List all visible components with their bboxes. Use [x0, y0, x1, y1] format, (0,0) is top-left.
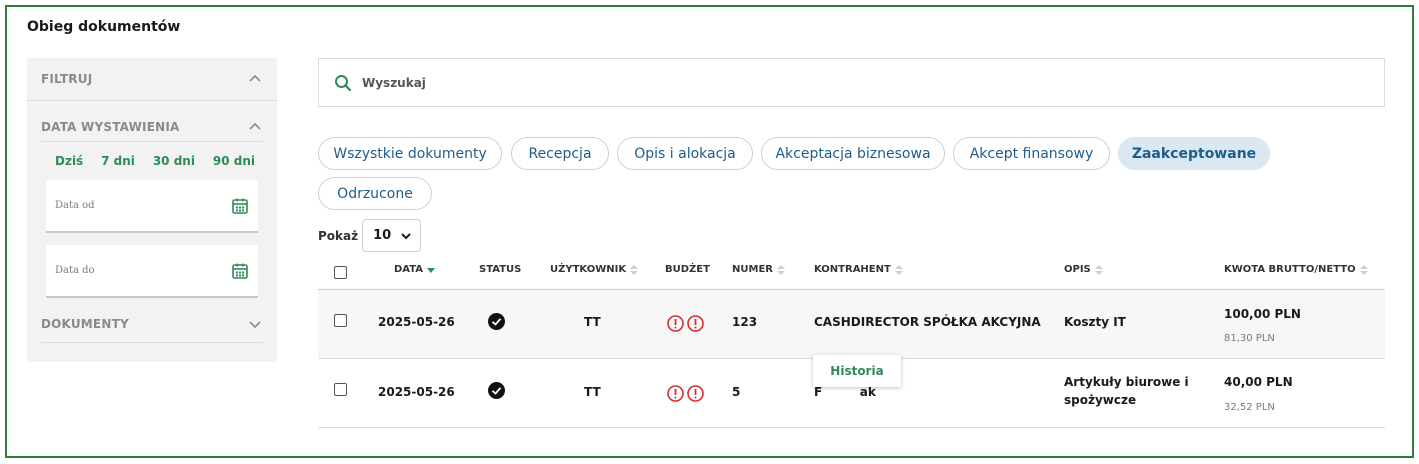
date-section-label: DATA WYSTAWIENIA: [41, 120, 180, 134]
calendar-icon[interactable]: [231, 262, 249, 280]
tab-accepted[interactable]: Zaakceptowane: [1118, 137, 1270, 170]
search-input[interactable]: Wyszukaj: [318, 58, 1385, 107]
row-description-line-2: spożywcze: [1064, 393, 1137, 407]
row-net-amount: 32,52 PLN: [1224, 402, 1275, 413]
date-section-header[interactable]: DATA WYSTAWIENIA: [27, 101, 277, 147]
sort-icon[interactable]: [1094, 264, 1103, 275]
quick-date-7-days[interactable]: 7 dni: [101, 154, 135, 168]
documents-table: DATA STATUS UŻYTKOWNIK BUDŻET NUMER KONT…: [318, 253, 1385, 428]
filter-label: FILTRUJ: [41, 72, 93, 86]
row-contractor: F ak: [814, 385, 876, 399]
column-header-status: STATUS: [479, 264, 522, 275]
page-size-value: 10: [373, 228, 392, 243]
sort-icon[interactable]: [630, 264, 639, 275]
tab-rejected[interactable]: Odrzucone: [318, 177, 432, 210]
column-header-description[interactable]: OPIS: [1064, 264, 1103, 275]
quick-date-30-days[interactable]: 30 dni: [153, 154, 195, 168]
page-size-label: Pokaż: [318, 228, 359, 243]
check-circle-icon: [488, 313, 505, 330]
date-from-placeholder: Data od: [55, 200, 95, 211]
quick-date-90-days[interactable]: 90 dni: [213, 154, 255, 168]
quick-date-today[interactable]: Dziś: [55, 154, 83, 168]
budget-warning-icon[interactable]: [687, 385, 704, 402]
row-date: 2025-05-26: [378, 315, 455, 329]
page-size-select[interactable]: 10: [362, 219, 422, 252]
column-header-contractor[interactable]: KONTRAHENT: [814, 264, 903, 275]
calendar-icon[interactable]: [231, 197, 249, 215]
row-user: TT: [584, 315, 601, 329]
row-number: 123: [732, 315, 758, 329]
tab-financial-acceptance[interactable]: Akcept finansowy: [953, 137, 1110, 170]
row-description: Koszty IT: [1064, 315, 1126, 329]
budget-warning-icon[interactable]: [667, 385, 684, 402]
table-row[interactable]: 2025-05-26 TT 123 CASHDIRECTOR SPÓŁKA AK…: [318, 290, 1385, 359]
column-header-number-label: NUMER: [732, 264, 773, 275]
row-number: 5: [732, 385, 741, 399]
date-to-placeholder: Data do: [55, 265, 95, 276]
table-header: DATA STATUS UŻYTKOWNIK BUDŻET NUMER KONT…: [318, 253, 1385, 290]
column-header-description-label: OPIS: [1064, 264, 1091, 275]
budget-warning-icon[interactable]: [667, 315, 684, 332]
search-icon: [335, 74, 352, 91]
chevron-down-icon[interactable]: [247, 316, 263, 332]
row-checkbox[interactable]: [334, 383, 347, 396]
column-header-user-label: UŻYTKOWNIK: [550, 264, 627, 275]
column-header-contractor-label: KONTRAHENT: [814, 264, 891, 275]
tab-all-documents[interactable]: Wszystkie dokumenty: [318, 137, 502, 170]
select-all-checkbox[interactable]: [334, 266, 347, 279]
column-header-amount[interactable]: KWOTA BRUTTO/NETTO: [1224, 264, 1368, 275]
budget-warning-icon[interactable]: [687, 315, 704, 332]
tab-business-acceptance[interactable]: Akceptacja biznesowa: [761, 137, 945, 170]
column-header-budget: BUDŻET: [665, 264, 710, 275]
column-header-amount-label: KWOTA BRUTTO/NETTO: [1224, 264, 1356, 275]
chevron-up-icon[interactable]: [247, 119, 263, 135]
page-title: Obieg dokumentów: [27, 19, 181, 35]
quick-date-range: Dziś 7 dni 30 dni 90 dni: [27, 148, 277, 174]
row-checkbox[interactable]: [334, 314, 347, 327]
chevron-up-icon[interactable]: [247, 71, 263, 87]
search-placeholder: Wyszukaj: [362, 75, 426, 90]
row-net-amount: 81,30 PLN: [1224, 333, 1275, 344]
row-contractor: CASHDIRECTOR SPÓŁKA AKCYJNA: [814, 315, 1041, 329]
documents-section-header[interactable]: DOKUMENTY: [27, 306, 277, 342]
column-header-user[interactable]: UŻYTKOWNIK: [550, 264, 639, 275]
chevron-down-icon: [401, 232, 411, 239]
documents-label: DOKUMENTY: [41, 317, 129, 331]
check-circle-icon: [488, 382, 505, 399]
row-gross-amount: 100,00 PLN: [1224, 307, 1301, 321]
date-to-field[interactable]: Data do: [46, 245, 258, 298]
row-gross-amount: 40,00 PLN: [1224, 375, 1293, 389]
sort-icon[interactable]: [894, 264, 903, 275]
filter-header[interactable]: FILTRUJ: [27, 58, 277, 100]
sort-icon[interactable]: [1359, 264, 1368, 275]
row-user: TT: [584, 385, 601, 399]
date-from-field[interactable]: Data od: [46, 180, 258, 233]
column-header-date-label: DATA: [394, 264, 424, 275]
row-date: 2025-05-26: [378, 385, 455, 399]
column-header-date[interactable]: DATA: [394, 264, 436, 275]
divider: [41, 342, 263, 343]
sort-icon[interactable]: [776, 264, 785, 275]
tab-reception[interactable]: Recepcja: [511, 137, 609, 170]
row-description-line-1: Artykuły biurowe i: [1064, 375, 1189, 389]
sort-desc-icon[interactable]: [427, 265, 436, 275]
history-tooltip[interactable]: Historia: [813, 355, 901, 387]
page-size-control: Pokaż 10: [318, 219, 422, 252]
tab-description-allocation[interactable]: Opis i alokacja: [617, 137, 753, 170]
column-header-number[interactable]: NUMER: [732, 264, 785, 275]
filter-sidebar: FILTRUJ DATA WYSTAWIENIA Dziś 7 dni 30 d…: [27, 58, 277, 362]
